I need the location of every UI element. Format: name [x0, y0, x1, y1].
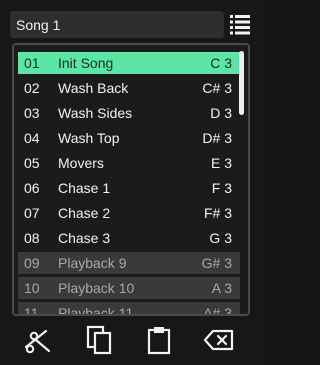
list-item[interactable]: 07 Chase 2 F# 3 [18, 202, 240, 224]
song-list[interactable]: 01 Init Song C 3 02 Wash Back C# 3 03 Wa… [12, 43, 250, 316]
item-number: 01 [24, 55, 40, 71]
item-name: Wash Top [58, 130, 120, 146]
item-name: Chase 1 [58, 180, 111, 196]
item-note: C# 3 [202, 80, 232, 96]
scrollbar-thumb[interactable] [239, 51, 244, 115]
item-note: E 3 [210, 155, 232, 171]
list-item[interactable]: 09 Playback 9 G# 3 [18, 252, 240, 274]
item-note: D# 3 [202, 130, 232, 146]
cut-icon [24, 329, 51, 354]
item-note: A 3 [211, 280, 232, 296]
item-number: 11 [24, 305, 39, 316]
list-item[interactable]: 04 Wash Top D# 3 [18, 127, 240, 149]
item-note: A# 3 [203, 305, 232, 316]
list-menu-icon [230, 14, 250, 34]
item-number: 07 [24, 205, 40, 221]
delete-button[interactable] [201, 322, 237, 358]
item-name: Init Song [58, 55, 114, 71]
item-name: Playback 9 [58, 255, 127, 271]
paste-icon [147, 327, 171, 355]
item-number: 08 [24, 230, 40, 246]
item-note: D 3 [210, 105, 232, 121]
list-item[interactable]: 06 Chase 1 F 3 [18, 177, 240, 199]
item-number: 10 [24, 280, 40, 296]
paste-button[interactable] [141, 322, 177, 358]
item-note: G# 3 [201, 255, 232, 271]
item-name: Wash Back [58, 80, 129, 96]
list-item[interactable]: 05 Movers E 3 [18, 152, 240, 174]
item-number: 05 [24, 155, 40, 171]
item-note: F 3 [211, 180, 232, 196]
list-item[interactable]: 02 Wash Back C# 3 [18, 77, 240, 99]
list-item[interactable]: 01 Init Song C 3 [18, 52, 240, 74]
item-name: Playback 11 [58, 305, 134, 316]
item-number: 03 [24, 105, 40, 121]
item-number: 09 [24, 255, 40, 271]
song-editor-panel: Song 1 01 Init Song C 3 02 Wash Back C# … [0, 0, 262, 365]
item-number: 06 [24, 180, 40, 196]
item-number: 02 [24, 80, 40, 96]
list-item[interactable]: 11 Playback 11 A# 3 [18, 302, 240, 316]
menu-button[interactable] [228, 12, 252, 36]
item-name: Wash Sides [58, 105, 133, 121]
edit-toolbar [0, 318, 262, 365]
copy-icon [86, 325, 112, 355]
copy-button[interactable] [81, 322, 117, 358]
item-name: Playback 10 [58, 280, 135, 296]
item-name: Chase 3 [58, 230, 111, 246]
song-title-field[interactable]: Song 1 [10, 11, 224, 38]
list-item[interactable]: 10 Playback 10 A 3 [18, 277, 240, 299]
item-number: 04 [24, 130, 40, 146]
item-note: F# 3 [203, 205, 232, 221]
item-note: G 3 [209, 230, 232, 246]
item-name: Chase 2 [58, 205, 111, 221]
item-name: Movers [58, 155, 104, 171]
song-title-text: Song 1 [16, 16, 61, 33]
list-item[interactable]: 03 Wash Sides D 3 [18, 102, 240, 124]
delete-icon [203, 329, 234, 351]
list-item[interactable]: 08 Chase 3 G 3 [18, 227, 240, 249]
cut-button[interactable] [19, 322, 55, 358]
item-note: C 3 [210, 55, 232, 71]
